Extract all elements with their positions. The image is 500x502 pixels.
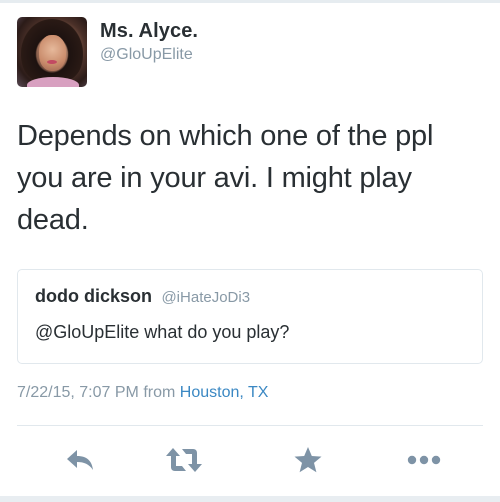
avatar-lips [47,60,57,64]
tweet-timestamp[interactable]: 7/22/15, 7:07 PM [17,384,139,401]
bottom-divider [0,496,500,502]
quoted-author-handle: @iHateJoDi3 [161,289,251,306]
quoted-tweet-text: @GloUpElite what do you play? [35,322,290,342]
from-label: from [143,384,176,401]
reply-button[interactable] [60,440,100,480]
tweet-meta: 7/22/15, 7:07 PM from Houston, TX [17,384,268,402]
reply-icon [67,450,93,470]
quoted-author-name: dodo dickson [35,286,152,306]
tweet-location-link[interactable]: Houston, TX [180,384,269,401]
avatar-face [39,35,66,71]
author-display-name[interactable]: Ms. Alyce. [100,19,198,43]
author-handle[interactable]: @GloUpElite [100,44,198,66]
tweet-detail-page: Ms. Alyce. @GloUpElite Depends on which … [0,0,500,502]
top-divider [0,0,500,3]
avatar[interactable] [17,17,87,87]
favorite-button[interactable] [288,440,328,480]
actions-divider [17,425,483,426]
more-button[interactable] [404,440,444,480]
tweet-header: Ms. Alyce. @GloUpElite [17,17,198,89]
quoted-tweet[interactable]: dodo dickson @iHateJoDi3 @GloUpElite wha… [17,269,483,364]
star-icon [294,447,322,473]
avatar-shirt [27,77,79,87]
quoted-tweet-header: dodo dickson @iHateJoDi3 [35,286,250,307]
retweet-icon [166,448,202,472]
tweet-text: Depends on which one of the ppl you are … [17,120,434,236]
tweet-actions [0,440,500,480]
author-identity[interactable]: Ms. Alyce. @GloUpElite [100,19,198,66]
more-dots-icon [407,455,441,465]
retweet-button[interactable] [164,440,204,480]
